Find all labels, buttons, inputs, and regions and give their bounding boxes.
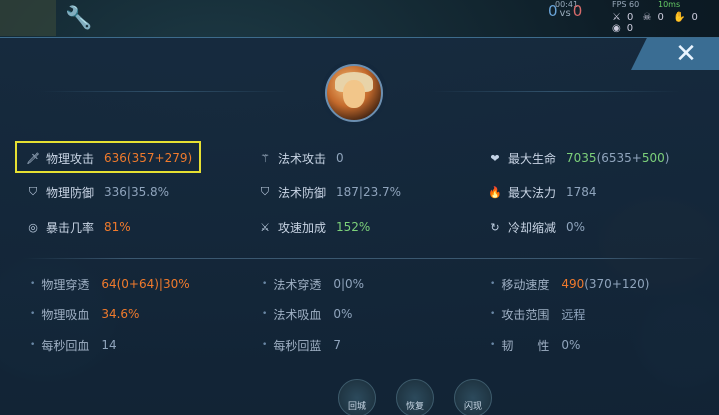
header-divider-right: [430, 91, 680, 92]
stat-max-hp: ❤ 最大生命 7035(6535+ 500): [488, 149, 669, 167]
bullet-icon: •: [30, 340, 36, 350]
stat-magic-lifesteal: • 法术吸血 0%: [262, 307, 353, 322]
magic-shield-icon: ⛉: [260, 185, 270, 198]
flash-button[interactable]: 闪现: [454, 379, 492, 415]
stat-physical-attack: 🗡 物理攻击 636 (357+279): [26, 151, 193, 166]
crit-icon: ◎: [28, 220, 38, 234]
hero-avatar[interactable]: [325, 64, 383, 122]
stat-magic-penetration: • 法术穿透 0|0%: [262, 277, 365, 292]
stat-attack-range: • 攻击范围 远程: [490, 307, 586, 322]
attack-speed-icon: ⚔: [260, 220, 270, 234]
gold-icon: ◉: [612, 23, 621, 34]
hp-base: 6535+: [601, 151, 642, 165]
hero-stats-panel: ✕ 🗡 物理攻击 636 (357+279) ⚚ 法术攻击 0 ❤ 最大生命 70…: [0, 37, 719, 415]
section-divider: [24, 258, 704, 259]
kills-count: 0: [626, 12, 634, 23]
stat-physical-penetration: • 物理穿透 64 (0+64)|30%: [30, 277, 190, 292]
kill-icon: ⚔: [612, 12, 621, 23]
stat-physical-lifesteal: • 物理吸血 34.6%: [30, 307, 140, 322]
stat-attack-speed: ⚔ 攻速加成 152%: [258, 218, 370, 236]
stat-tenacity: • 韧 性 0%: [490, 338, 581, 353]
bullet-icon: •: [262, 340, 268, 350]
fps-counter: FPS 60: [612, 0, 640, 9]
stat-crit-chance: ◎ 暴击几率 81%: [26, 218, 131, 236]
deaths-count: 0: [657, 12, 664, 23]
score-vs: vs: [559, 8, 571, 19]
hud-topbar: 🔧 00:41 0 vs 0 FPS 60 10ms ⚔ 0 ☠ 0 ✋ 0 ◉ 0: [0, 0, 719, 38]
wand-icon: ⚚: [260, 151, 270, 165]
recall-button[interactable]: 回城: [338, 379, 376, 415]
sword-icon: 🗡: [26, 151, 40, 165]
header-divider-left: [40, 91, 290, 92]
bullet-icon: •: [490, 309, 496, 319]
death-icon: ☠: [642, 12, 652, 23]
cooldown-icon: ↻: [490, 220, 500, 234]
stat-cooldown-reduction: ↻ 冷却缩减 0%: [488, 218, 585, 236]
bullet-icon: •: [30, 279, 36, 289]
stat-move-speed: • 移动速度 490 (370+120): [490, 277, 650, 292]
bullet-icon: •: [490, 340, 496, 350]
stat-physical-defense: ⛉ 物理防御 336|35.8%: [26, 183, 169, 201]
shield-icon: ⛉: [28, 185, 38, 198]
stat-mana-regen: • 每秒回蓝 7: [262, 338, 341, 353]
gold-count: 0: [626, 23, 634, 34]
bullet-icon: •: [30, 309, 36, 319]
ping-indicator: 10ms: [658, 0, 681, 9]
minimap[interactable]: [0, 0, 56, 36]
score-red: 0: [572, 2, 583, 20]
assists-count: 0: [691, 12, 698, 23]
heart-icon: ❤: [490, 151, 500, 165]
wrench-icon[interactable]: 🔧: [64, 4, 94, 34]
skill-bar: 回城 恢复 闪现: [338, 379, 588, 415]
assist-icon: ✋: [673, 12, 686, 23]
hero-face: [343, 80, 365, 108]
score-blue: 0: [548, 2, 558, 20]
bullet-icon: •: [262, 279, 268, 289]
stat-hp-regen: • 每秒回血 14: [30, 338, 117, 353]
stat-magic-defense: ⛉ 法术防御 187|23.7%: [258, 183, 401, 201]
kda-row: ⚔ 0 ☠ 0 ✋ 0 ◉ 0: [612, 12, 719, 34]
bullet-icon: •: [490, 279, 496, 289]
stat-max-mana: 🔥 最大法力 1784: [488, 185, 597, 200]
close-button[interactable]: ✕: [631, 38, 719, 70]
bullet-icon: •: [262, 309, 268, 319]
score-board: 0 vs 0: [548, 2, 582, 20]
heal-button[interactable]: 恢复: [396, 379, 434, 415]
flame-icon: 🔥: [488, 185, 502, 199]
stat-magic-attack: ⚚ 法术攻击 0: [258, 149, 344, 167]
